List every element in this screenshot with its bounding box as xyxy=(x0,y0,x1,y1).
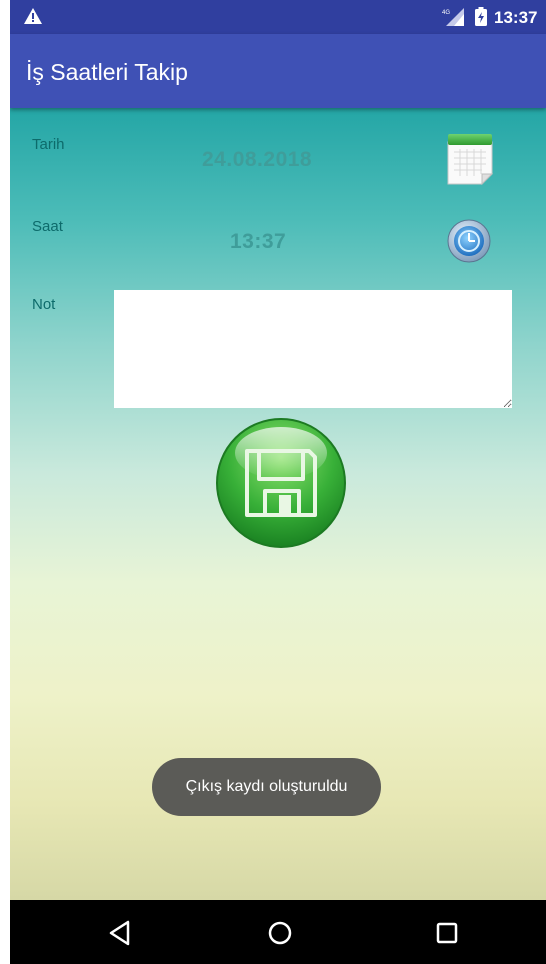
battery-icon xyxy=(475,7,487,26)
signal-icon: 4G xyxy=(442,8,464,26)
date-value[interactable]: 24.08.2018 xyxy=(202,148,312,172)
recents-icon[interactable] xyxy=(430,916,464,950)
home-icon[interactable] xyxy=(263,916,297,950)
calendar-icon[interactable] xyxy=(446,132,494,186)
app-title: İş Saatleri Takip xyxy=(26,59,188,85)
phone-screen: 4G 13:37 İş Saatleri Takip Tarih 24.08.2… xyxy=(10,0,546,964)
status-time: 13:37 xyxy=(494,8,538,27)
time-label: Saat xyxy=(32,218,63,235)
toast-message: Çıkış kaydı oluşturuldu xyxy=(152,758,381,816)
save-button[interactable] xyxy=(215,417,347,549)
app-bar: İş Saatleri Takip xyxy=(10,34,546,108)
navigation-bar xyxy=(10,900,546,964)
note-label: Not xyxy=(32,296,56,313)
back-icon[interactable] xyxy=(104,916,138,950)
note-input[interactable] xyxy=(114,290,512,408)
clock-icon[interactable] xyxy=(446,218,492,264)
svg-text:4G: 4G xyxy=(442,10,450,16)
time-value[interactable]: 13:37 xyxy=(230,230,286,254)
status-bar: 4G 13:37 xyxy=(10,0,546,34)
date-label: Tarih xyxy=(32,136,65,153)
main-content: Tarih 24.08.2018 Saat 13:37 Not Çıkış ka… xyxy=(10,108,546,900)
warning-icon xyxy=(24,8,42,24)
